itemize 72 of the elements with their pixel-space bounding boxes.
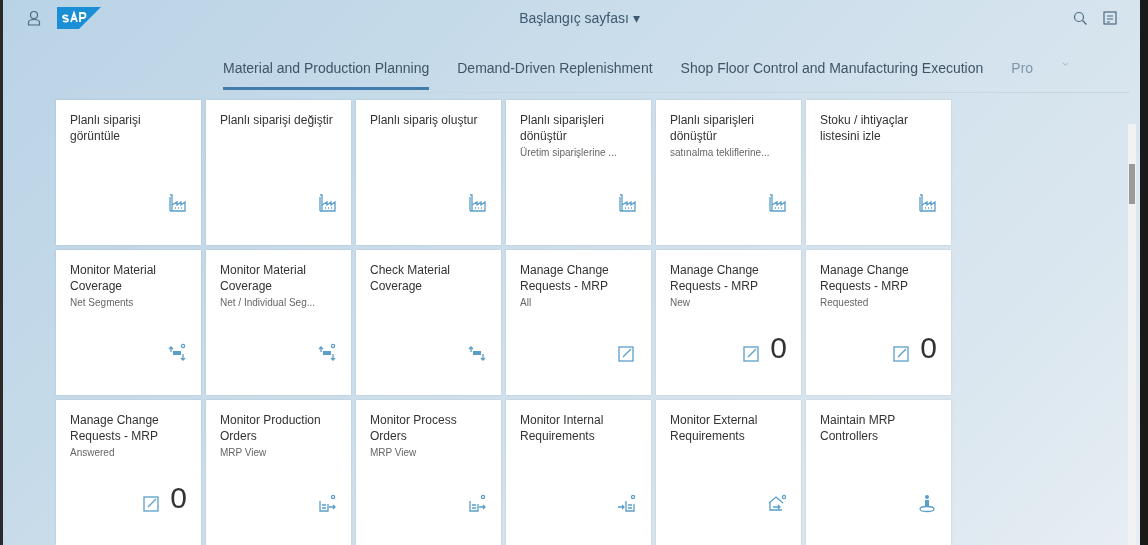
factory-arrow-icon bbox=[467, 493, 487, 513]
tile-title: Monitor Material Coverage bbox=[220, 262, 308, 294]
tile-title: Manage Change Requests - MRP bbox=[670, 262, 760, 294]
tab[interactable]: Demand-Driven Replenishment bbox=[457, 45, 653, 90]
edit-icon bbox=[617, 343, 637, 363]
tile-subtitle: New bbox=[670, 297, 691, 308]
tile-title: Monitor Internal Requirements bbox=[520, 412, 605, 444]
app-tile[interactable]: Monitor External Requirements bbox=[656, 400, 801, 545]
tile-title: Planlı siparişi değiştir bbox=[220, 112, 334, 128]
app-tile[interactable]: Monitor Material Coverage Net Segments bbox=[56, 250, 201, 395]
factory-icon bbox=[917, 193, 937, 213]
app-tile[interactable]: Monitor Internal Requirements bbox=[506, 400, 651, 545]
app-tile[interactable]: Maintain MRP Controllers bbox=[806, 400, 951, 545]
app-tile[interactable]: Planlı sipariş oluştur bbox=[356, 100, 501, 245]
factory-icon bbox=[317, 193, 337, 213]
tile-title: Monitor External Requirements bbox=[670, 412, 759, 444]
app-tile[interactable]: Monitor Material Coverage Net / Individual Seg... bbox=[206, 250, 351, 395]
tile-subtitle: Answered bbox=[70, 447, 116, 458]
tab[interactable]: Shop Floor Control and Manufacturing Execution bbox=[680, 45, 984, 90]
tile-subtitle: MRP View bbox=[220, 447, 268, 458]
house-icon bbox=[767, 493, 787, 513]
app-tile[interactable]: Manage Change Requests - MRP All bbox=[506, 250, 651, 395]
tile-title: Planlı sipariş oluştur bbox=[370, 112, 479, 128]
tile-title: Planlı siparişleri dönüştür bbox=[670, 112, 756, 144]
logo-icon bbox=[57, 6, 101, 29]
tile-title: Monitor Material Coverage bbox=[70, 262, 158, 294]
tile-subtitle: Net Segments bbox=[70, 297, 135, 308]
tile-title: Planlı siparişi görüntüle bbox=[70, 112, 142, 144]
tile-subtitle: Net / Individual Seg... bbox=[220, 297, 317, 308]
search-icon[interactable] bbox=[1072, 9, 1088, 26]
tile-subtitle: All bbox=[520, 297, 533, 308]
app-tile[interactable]: Planlı siparişleri dönüştür Üretim siparişlerine ... bbox=[506, 100, 651, 245]
factory-icon bbox=[767, 193, 787, 213]
app-tile[interactable]: Planlı siparişi görüntüle bbox=[56, 100, 201, 245]
tile-title: Planlı siparişleri dönüştür bbox=[520, 112, 606, 144]
arrows-search-icon bbox=[317, 343, 337, 363]
arrow-factory-icon bbox=[617, 493, 637, 513]
tile-title: Manage Change Requests - MRP bbox=[820, 262, 910, 294]
app-tile[interactable]: Check Material Coverage bbox=[356, 250, 501, 395]
tile-title: Manage Change Requests - MRP bbox=[70, 412, 160, 444]
tile-title: Maintain MRP Controllers bbox=[820, 412, 897, 444]
notifications-icon[interactable] bbox=[1102, 9, 1118, 26]
factory-icon bbox=[167, 193, 187, 213]
app-tile[interactable]: Stoku / ihtiyaçlar listesini izle bbox=[806, 100, 951, 245]
scrollbar[interactable] bbox=[1128, 124, 1136, 545]
tile-title: Manage Change Requests - MRP bbox=[520, 262, 610, 294]
factory-arrow-icon bbox=[317, 493, 337, 513]
tile-subtitle: satınalma tekliflerine... bbox=[670, 147, 771, 158]
factory-icon bbox=[617, 193, 637, 213]
user-icon[interactable] bbox=[27, 9, 41, 26]
tile-subtitle: Requested bbox=[820, 297, 870, 308]
app-tile[interactable]: Planlı siparişi değiştir bbox=[206, 100, 351, 245]
app-tile[interactable]: Monitor Production Orders MRP View bbox=[206, 400, 351, 545]
tile-subtitle: MRP View bbox=[370, 447, 418, 458]
app-tile[interactable]: Manage Change Requests - MRP New 0 bbox=[656, 250, 801, 395]
tile-title: Monitor Production Orders bbox=[220, 412, 322, 444]
tile-title: Check Material Coverage bbox=[370, 262, 452, 294]
tab[interactable]: Material and Production Planning bbox=[223, 45, 430, 90]
page-title-dropdown[interactable]: Başlangıç sayfası ▾ bbox=[101, 9, 1058, 26]
app-tile[interactable]: Manage Change Requests - MRP Requested 0 bbox=[806, 250, 951, 395]
factory-icon bbox=[467, 193, 487, 213]
app-tile[interactable]: Manage Change Requests - MRP Answered 0 bbox=[56, 400, 201, 545]
tile-count: 0 bbox=[770, 333, 787, 363]
tile-title: Monitor Process Orders bbox=[370, 412, 458, 444]
tile-title: Stoku / ihtiyaçlar listesini izle bbox=[820, 112, 910, 144]
tile-subtitle: Üretim siparişlerine ... bbox=[520, 147, 618, 158]
app-tile[interactable]: Monitor Process Orders MRP View bbox=[356, 400, 501, 545]
tile-count: 0 bbox=[920, 333, 937, 363]
arrows-search-icon bbox=[167, 343, 187, 363]
person-icon bbox=[917, 493, 937, 513]
app-tile[interactable]: Planlı siparişleri dönüştür satınalma tekliflerine... bbox=[656, 100, 801, 245]
tile-count: 0 bbox=[170, 483, 187, 513]
